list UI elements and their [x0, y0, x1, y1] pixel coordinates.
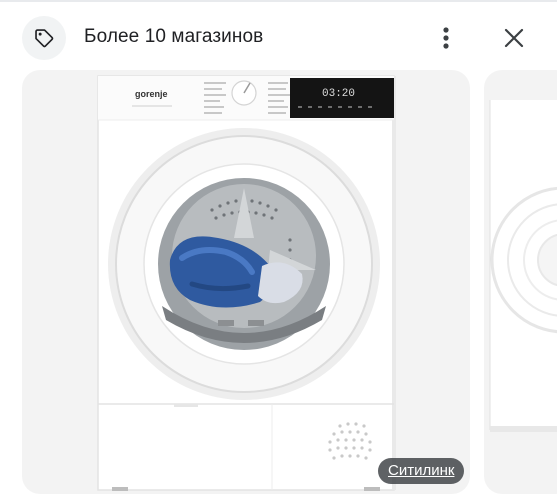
- image-carousel: gorenje 03:20 Ситилинк: [0, 70, 557, 496]
- product-image-card[interactable]: gorenje 03:20 Ситилинк: [22, 70, 470, 494]
- brand-logo: gorenje: [135, 89, 168, 99]
- source-link[interactable]: Ситилинк: [378, 458, 465, 484]
- more-vert-icon: [443, 27, 449, 49]
- close-button[interactable]: [494, 18, 534, 58]
- tag-icon: [35, 29, 54, 48]
- header: Более 10 магазинов: [0, 8, 557, 64]
- page-title: Более 10 магазинов: [84, 26, 264, 47]
- display-time: 03:20: [322, 88, 355, 100]
- more-options-button[interactable]: [428, 18, 464, 58]
- next-dryer-image: [489, 100, 557, 432]
- tag-button[interactable]: [22, 16, 66, 60]
- dryer-image: gorenje 03:20: [97, 75, 396, 491]
- next-image-card[interactable]: [484, 70, 557, 494]
- close-icon: [504, 28, 524, 48]
- top-divider: [0, 0, 557, 2]
